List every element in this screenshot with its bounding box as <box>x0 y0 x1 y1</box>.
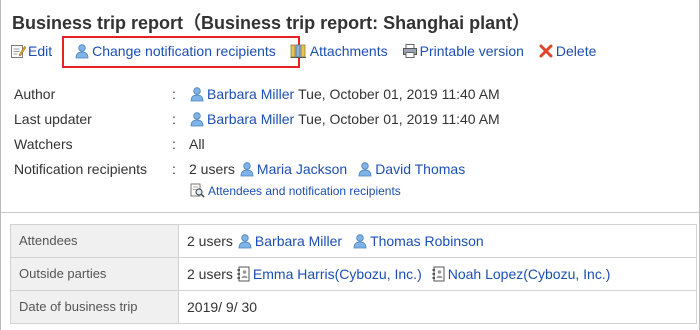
edit-icon <box>10 43 26 59</box>
user-icon <box>352 233 368 249</box>
printable-version-button[interactable]: Printable version <box>402 43 524 59</box>
outside-party-link[interactable]: Emma Harris(Cybozu, Inc.) <box>237 266 422 282</box>
last-updater-timestamp: Tue, October 01, 2019 11:40 AM <box>298 111 500 127</box>
user-icon <box>74 43 90 59</box>
details-table: Attendees 2 users Barbara Miller Thomas … <box>10 224 697 324</box>
edit-label: Edit <box>28 43 53 59</box>
colon: : <box>172 86 176 102</box>
address-book-icon <box>432 266 446 282</box>
last-updater-row: Last updater : Barbara Miller Tue, Octob… <box>14 109 694 134</box>
printable-version-label: Printable version <box>419 43 524 59</box>
delete-x-icon <box>538 43 554 59</box>
attendees-link-label: Attendees and notification recipients <box>208 183 401 198</box>
change-notification-recipients-label: Change notification recipients <box>92 43 276 59</box>
date-value: 2019/ 9/ 30 <box>178 290 697 324</box>
author-name: Barbara Miller <box>207 86 295 102</box>
last-updater-name: Barbara Miller <box>207 111 295 127</box>
watchers-row: Watchers : All <box>14 134 694 159</box>
attendee-name: Barbara Miller <box>254 233 343 249</box>
user-icon <box>357 161 373 177</box>
notification-recipient-name: Maria Jackson <box>256 161 348 177</box>
author-value: Barbara Miller Tue, October 01, 2019 11:… <box>189 86 500 102</box>
author-row: Author : Barbara Miller Tue, October 01,… <box>14 84 694 109</box>
outside-parties-count: 2 users <box>187 266 233 282</box>
printer-icon <box>402 43 418 59</box>
table-row: Date of business trip 2019/ 9/ 30 <box>10 290 697 324</box>
outside-party-name: Emma Harris(Cybozu, Inc.) <box>252 266 422 282</box>
notification-recipients-value: 2 users Maria Jackson David Thomas <box>189 161 465 177</box>
notification-recipients-label: Notification recipients <box>14 161 148 177</box>
info-section: Author : Barbara Miller Tue, October 01,… <box>14 84 694 184</box>
attendees-count: 2 users <box>187 233 233 249</box>
attachments-button[interactable]: Attachments <box>290 43 388 59</box>
address-book-icon <box>237 266 251 282</box>
table-row: Attendees 2 users Barbara Miller Thomas … <box>10 224 697 258</box>
author-label: Author <box>14 86 56 102</box>
delete-label: Delete <box>555 43 597 59</box>
change-notification-recipients-button[interactable]: Change notification recipients <box>74 43 276 59</box>
notification-recipients-count: 2 users <box>189 161 235 177</box>
colon: : <box>172 111 176 127</box>
user-icon <box>189 111 205 127</box>
toolbar: Edit Change notification recipients Atta… <box>10 40 610 62</box>
page-title: Business trip report（Business trip repor… <box>12 13 531 33</box>
table-row: Outside parties 2 users Emma Harris(Cybo… <box>10 257 697 291</box>
magnifier-document-icon <box>190 183 205 198</box>
watchers-label: Watchers <box>14 136 73 152</box>
watchers-value: All <box>189 136 205 152</box>
last-updater-user-link[interactable]: Barbara Miller <box>189 111 294 127</box>
last-updater-value: Barbara Miller Tue, October 01, 2019 11:… <box>189 111 500 127</box>
user-icon <box>239 161 255 177</box>
attendee-link[interactable]: Thomas Robinson <box>352 233 484 249</box>
user-icon <box>189 86 205 102</box>
section-divider <box>1 212 699 213</box>
attendees-and-notification-recipients-link[interactable]: Attendees and notification recipients <box>190 183 401 198</box>
attendee-name: Thomas Robinson <box>370 233 484 249</box>
notification-recipient-link[interactable]: Maria Jackson <box>239 161 347 177</box>
attendee-link[interactable]: Barbara Miller <box>237 233 342 249</box>
delete-button[interactable]: Delete <box>538 43 596 59</box>
attachment-icon <box>290 43 308 59</box>
outside-party-link[interactable]: Noah Lopez(Cybozu, Inc.) <box>432 266 611 282</box>
outside-parties-value: 2 users Emma Harris(Cybozu, Inc.) Noah L… <box>187 266 688 282</box>
date-header: Date of business trip <box>10 290 179 324</box>
author-timestamp: Tue, October 01, 2019 11:40 AM <box>298 86 500 102</box>
attendees-header: Attendees <box>10 224 179 258</box>
notification-recipient-link[interactable]: David Thomas <box>357 161 465 177</box>
attendees-value: 2 users Barbara Miller Thomas Robinson <box>187 233 688 249</box>
colon: : <box>172 136 176 152</box>
author-user-link[interactable]: Barbara Miller <box>189 86 294 102</box>
outside-parties-header: Outside parties <box>10 257 179 291</box>
user-icon <box>237 233 253 249</box>
notification-recipients-row: Notification recipients : 2 users Maria … <box>14 159 694 184</box>
attachments-label: Attachments <box>309 43 388 59</box>
notification-recipient-name: David Thomas <box>375 161 466 177</box>
colon: : <box>172 161 176 177</box>
edit-button[interactable]: Edit <box>10 43 52 59</box>
last-updater-label: Last updater <box>14 111 92 127</box>
outside-party-name: Noah Lopez(Cybozu, Inc.) <box>447 266 611 282</box>
